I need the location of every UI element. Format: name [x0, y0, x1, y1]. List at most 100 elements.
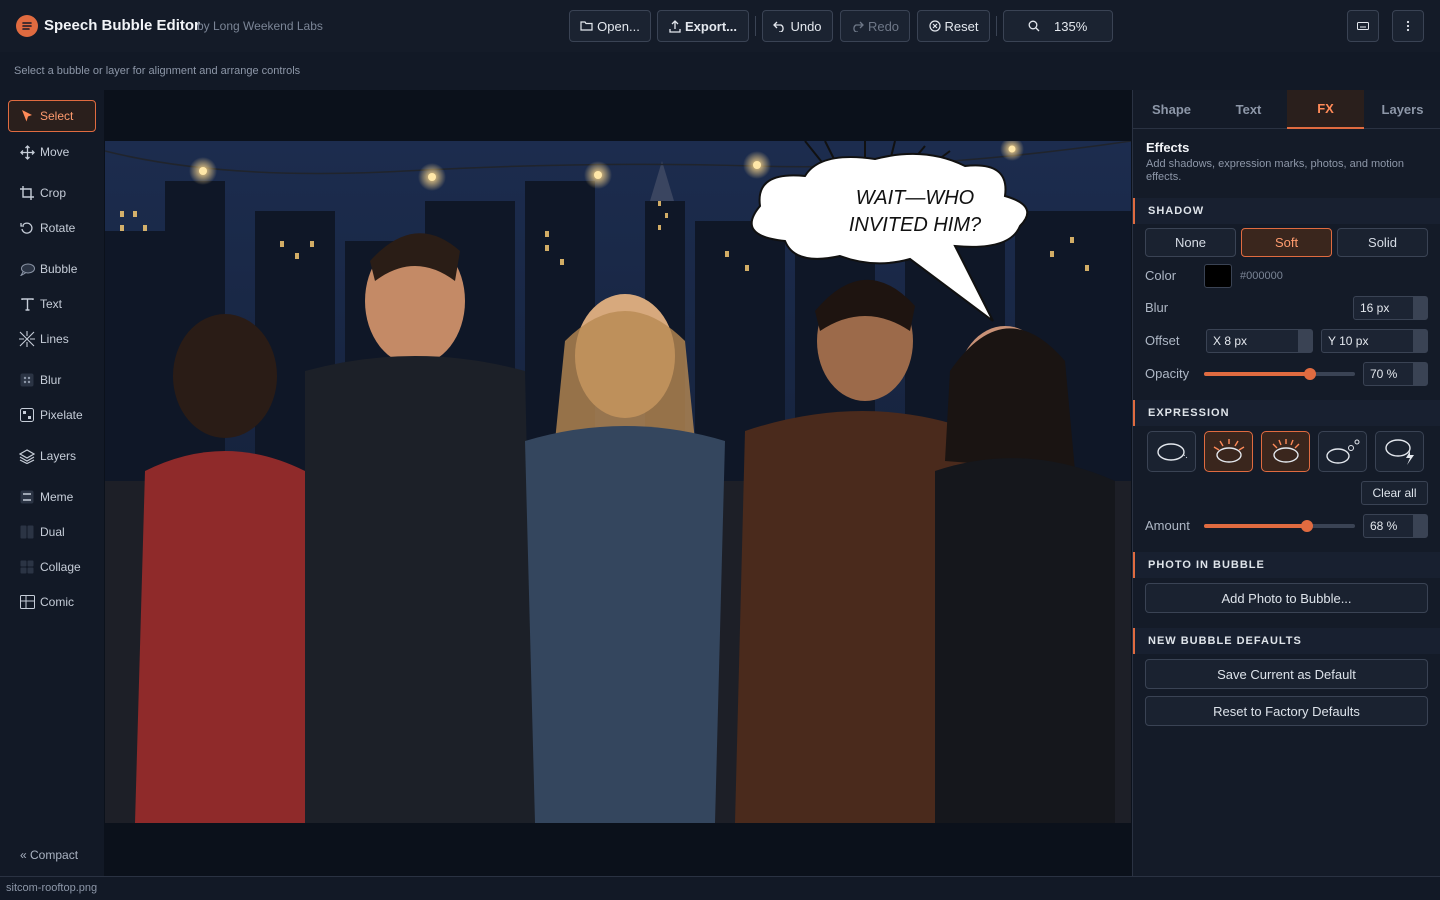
- blur-icon: [19, 372, 35, 388]
- tool-collage[interactable]: Collage: [8, 551, 96, 583]
- expression-burst-button[interactable]: [1204, 431, 1253, 472]
- reset-label: Reset: [944, 18, 979, 34]
- top-bar: Speech Bubble Editor by Long Weekend Lab…: [0, 0, 1440, 52]
- shadow-offset-label: Offset: [1145, 333, 1180, 348]
- compact-toggle[interactable]: « Compact: [20, 848, 78, 862]
- tab-shape[interactable]: Shape: [1133, 90, 1210, 129]
- expression-shout-button[interactable]: [1375, 431, 1424, 472]
- slider-fill: [1204, 372, 1310, 376]
- shadow-none-option[interactable]: None: [1145, 228, 1236, 257]
- tool-pixelate[interactable]: Pixelate: [8, 399, 96, 431]
- app-title: Speech Bubble Editor: [44, 17, 200, 34]
- tab-fx[interactable]: FX: [1287, 90, 1364, 129]
- tool-comic[interactable]: Comic: [8, 586, 96, 618]
- export-button[interactable]: Export...: [657, 10, 749, 42]
- undo-icon: [773, 21, 785, 32]
- crop-icon: [19, 185, 35, 201]
- app-subtitle: by Long Weekend Labs: [197, 19, 323, 33]
- meme-icon: [19, 489, 35, 505]
- reset-factory-defaults-button[interactable]: Reset to Factory Defaults: [1145, 696, 1428, 726]
- expression-shock-button[interactable]: [1261, 431, 1310, 472]
- redo-label: Redo: [867, 18, 900, 34]
- export-label: Export...: [684, 18, 737, 34]
- selection-hint: Select a bubble or layer for alignment a…: [14, 65, 301, 77]
- tab-layers[interactable]: Layers: [1364, 90, 1440, 129]
- shadow-color-value: #000000: [1240, 270, 1283, 282]
- collage-icon: [19, 559, 35, 575]
- save-default-button[interactable]: Save Current as Default: [1145, 659, 1428, 689]
- expression-amount-slider[interactable]: [1204, 520, 1355, 532]
- dual-icon: [19, 524, 35, 540]
- tool-blur[interactable]: Blur: [8, 364, 96, 396]
- slider-thumb[interactable]: [1303, 368, 1316, 380]
- pixelate-icon: [19, 407, 35, 423]
- reset-button[interactable]: Reset: [917, 10, 990, 42]
- tool-label: Meme: [40, 490, 74, 504]
- comic-icon: [19, 594, 35, 610]
- shadow-soft-option[interactable]: Soft: [1241, 228, 1332, 257]
- shadow-offset-y-value: Y 10 px: [1328, 334, 1369, 348]
- panel-tabs: Shape Text FX Layers: [1133, 90, 1440, 129]
- tool-dual[interactable]: Dual: [8, 516, 96, 548]
- redo-button[interactable]: Redo: [840, 10, 910, 42]
- search-icon: [1028, 20, 1040, 32]
- open-button[interactable]: Open...: [569, 10, 651, 42]
- lines-icon: [19, 331, 35, 347]
- tool-bubble[interactable]: Bubble: [8, 253, 96, 285]
- bubble-outline-icon: [1156, 442, 1187, 461]
- shadow-heading: SHADOW: [1133, 198, 1440, 224]
- stepper-handle[interactable]: [1413, 363, 1427, 385]
- tool-text[interactable]: Text: [8, 288, 96, 320]
- shadow-blur-label: Blur: [1145, 300, 1169, 315]
- stepper-handle[interactable]: [1413, 330, 1427, 352]
- shadow-opacity-slider[interactable]: [1204, 368, 1355, 380]
- shadow-solid-option[interactable]: Solid: [1337, 228, 1428, 257]
- tool-layers[interactable]: Layers: [8, 440, 96, 472]
- tool-move[interactable]: Move: [8, 136, 96, 168]
- shadow-color-swatch[interactable]: [1204, 264, 1232, 288]
- expression-plain-button[interactable]: [1147, 431, 1196, 472]
- tool-label: Collage: [40, 560, 81, 574]
- status-filename: sitcom-rooftop.png: [6, 882, 98, 894]
- tool-rotate[interactable]: Rotate: [8, 212, 96, 244]
- stepper-handle[interactable]: [1413, 515, 1427, 537]
- shadow-offset-x-input[interactable]: X 8 px: [1206, 329, 1313, 353]
- slider-thumb[interactable]: [1300, 520, 1313, 532]
- zoom-control[interactable]: 135%: [1003, 10, 1113, 42]
- open-label: Open...: [597, 18, 640, 34]
- effects-title: Effects: [1146, 140, 1190, 155]
- stepper-handle[interactable]: [1298, 330, 1312, 352]
- tool-label: Dual: [40, 525, 65, 539]
- shadow-offset-y-input[interactable]: Y 10 px: [1321, 329, 1428, 353]
- shadow-opacity-input[interactable]: 70 %: [1363, 362, 1428, 386]
- tool-crop[interactable]: Crop: [8, 177, 96, 209]
- layers-icon: [19, 448, 35, 464]
- tool-label: Lines: [40, 332, 69, 346]
- stepper-handle[interactable]: [1413, 297, 1427, 319]
- clear-all-button[interactable]: Clear all: [1361, 481, 1428, 505]
- tool-label: Crop: [40, 186, 67, 200]
- tab-text[interactable]: Text: [1210, 90, 1287, 129]
- photo-in-bubble-heading: PHOTO IN BUBBLE: [1133, 552, 1440, 578]
- bubble-text-line1: WAIT—WHO: [856, 187, 975, 209]
- expression-amount-value: 68 %: [1370, 519, 1398, 533]
- expression-think-button[interactable]: [1318, 431, 1367, 472]
- new-bubble-defaults-heading: NEW BUBBLE DEFAULTS: [1133, 628, 1440, 654]
- add-photo-to-bubble-button[interactable]: Add Photo to Bubble...: [1145, 583, 1428, 613]
- expression-amount-input[interactable]: 68 %: [1363, 514, 1428, 538]
- undo-button[interactable]: Undo: [762, 10, 833, 42]
- tool-select[interactable]: Select: [8, 100, 96, 132]
- canvas-photo[interactable]: WAIT—WHO INVITED HIM?: [105, 141, 1131, 823]
- tool-sidebar: Select Move Crop Rotate Bubble Text Line…: [0, 90, 104, 876]
- tool-meme[interactable]: Meme: [8, 481, 96, 513]
- rotate-icon: [19, 220, 35, 236]
- thought-bubble-icon: [1325, 439, 1359, 464]
- tool-label: Bubble: [40, 262, 78, 276]
- more-menu-button[interactable]: [1392, 10, 1424, 42]
- shadow-blur-input[interactable]: 16 px: [1353, 296, 1428, 320]
- keyboard-button[interactable]: [1347, 10, 1379, 42]
- tool-label: Layers: [40, 449, 77, 463]
- tool-label: Move: [40, 145, 70, 159]
- tool-label: Pixelate: [40, 408, 83, 422]
- tool-lines[interactable]: Lines: [8, 323, 96, 355]
